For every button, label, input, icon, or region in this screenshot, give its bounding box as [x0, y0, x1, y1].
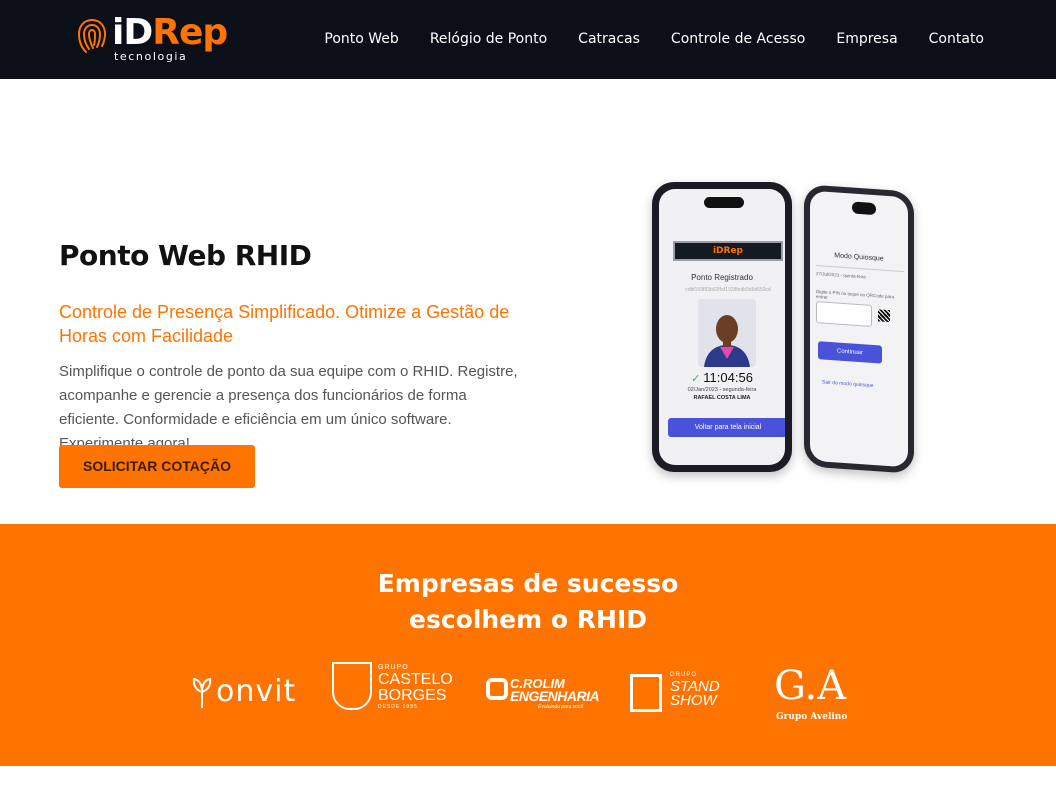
nav-link-catracas[interactable]: Catracas	[578, 31, 640, 47]
clients-section: Empresas de sucesso escolhem o RHID onvi…	[0, 524, 1056, 766]
phone-mockup-main: iDRep Ponto Registrado cdbf169f93b62ffaf…	[652, 182, 792, 472]
client-logo-stand-show: GRUPO STAND SHOW	[628, 670, 738, 714]
nav-link-contato[interactable]: Contato	[929, 31, 984, 47]
phone-notch	[704, 197, 744, 208]
nav-link-empresa[interactable]: Empresa	[836, 31, 897, 47]
request-quote-button[interactable]: SOLICITAR COTAÇÃO	[59, 445, 255, 488]
employee-name: RAFAEL COSTA LIMA	[693, 395, 751, 401]
nav-link-controle-de-acesso[interactable]: Controle de Acesso	[671, 31, 805, 47]
clients-title: Empresas de sucesso escolhem o RHID	[377, 569, 679, 634]
phone-screen-main: iDRep Ponto Registrado cdbf169f93b62ffaf…	[659, 189, 785, 465]
kiosk-pin-field	[816, 300, 872, 327]
hero-title: Ponto Web RHID	[59, 239, 312, 272]
kiosk-exit-link: Sair do modo quiosque	[822, 379, 874, 390]
kiosk-title: Modo Quiosque	[834, 252, 884, 263]
check-icon: ✓	[691, 373, 701, 385]
hero-subtitle: Controle de Presença Simplificado. Otimi…	[59, 302, 510, 346]
client-logo-onvit: onvit	[190, 674, 300, 710]
client-logo-castelo-borges: GRUPO CASTELO BORGES DESDE 1995	[332, 662, 453, 714]
idrep-logo[interactable]: iDRep tecnologia	[76, 12, 228, 64]
hero-description: Simplifique o controle de ponto da sua e…	[59, 363, 518, 452]
nav-link-ponto-web[interactable]: Ponto Web	[324, 31, 398, 47]
client-logo-crolim: C.ROLIM ENGENHARIA Evoluindo para você	[486, 674, 600, 710]
back-to-home-button: Voltar para tela inicial	[668, 418, 785, 437]
phone-notch	[852, 201, 876, 216]
fingerprint-icon	[77, 19, 107, 53]
phone-screen-kiosk: Modo Quiosque 27/Jul/2023 - quinta-feira…	[810, 190, 908, 468]
qrcode-icon	[878, 309, 890, 323]
kiosk-continue-button: Continuar	[818, 341, 882, 364]
person-avatar-icon	[698, 299, 756, 367]
phone-mockup-kiosk: Modo Quiosque 27/Jul/2023 - quinta-feira…	[804, 184, 914, 474]
phone-registered-title: Ponto Registrado	[691, 273, 753, 282]
phone-hash: cdbf169f93b62ffaf1928fedb9d6d650cd	[685, 287, 771, 293]
top-navbar: iDRep tecnologia Ponto Web Relógio de Po…	[0, 0, 1056, 79]
punch-date: 02/Jan/2023 - segunda-feira	[687, 387, 757, 393]
employee-photo	[698, 299, 756, 367]
logo-tagline: tecnologia	[114, 50, 188, 63]
nav-link-relogio-de-ponto[interactable]: Relógio de Ponto	[430, 31, 547, 47]
leaf-icon	[192, 677, 212, 708]
phones-illustration: iDRep Ponto Registrado cdbf169f93b62ffaf…	[620, 178, 930, 478]
phone-app-logo: iDRep	[673, 241, 783, 261]
client-logo-grupo-avelino: G.A Grupo Avelino	[774, 663, 848, 722]
punch-time: ✓ 11:04:56	[691, 370, 753, 385]
kiosk-date: 27/Jul/2023 - quinta-feira	[816, 270, 866, 280]
cr-mark-icon	[486, 678, 508, 700]
stand-box-icon	[630, 674, 662, 712]
lion-shield-icon	[332, 662, 372, 710]
main-nav: Ponto Web Relógio de Ponto Catracas Cont…	[324, 31, 984, 47]
